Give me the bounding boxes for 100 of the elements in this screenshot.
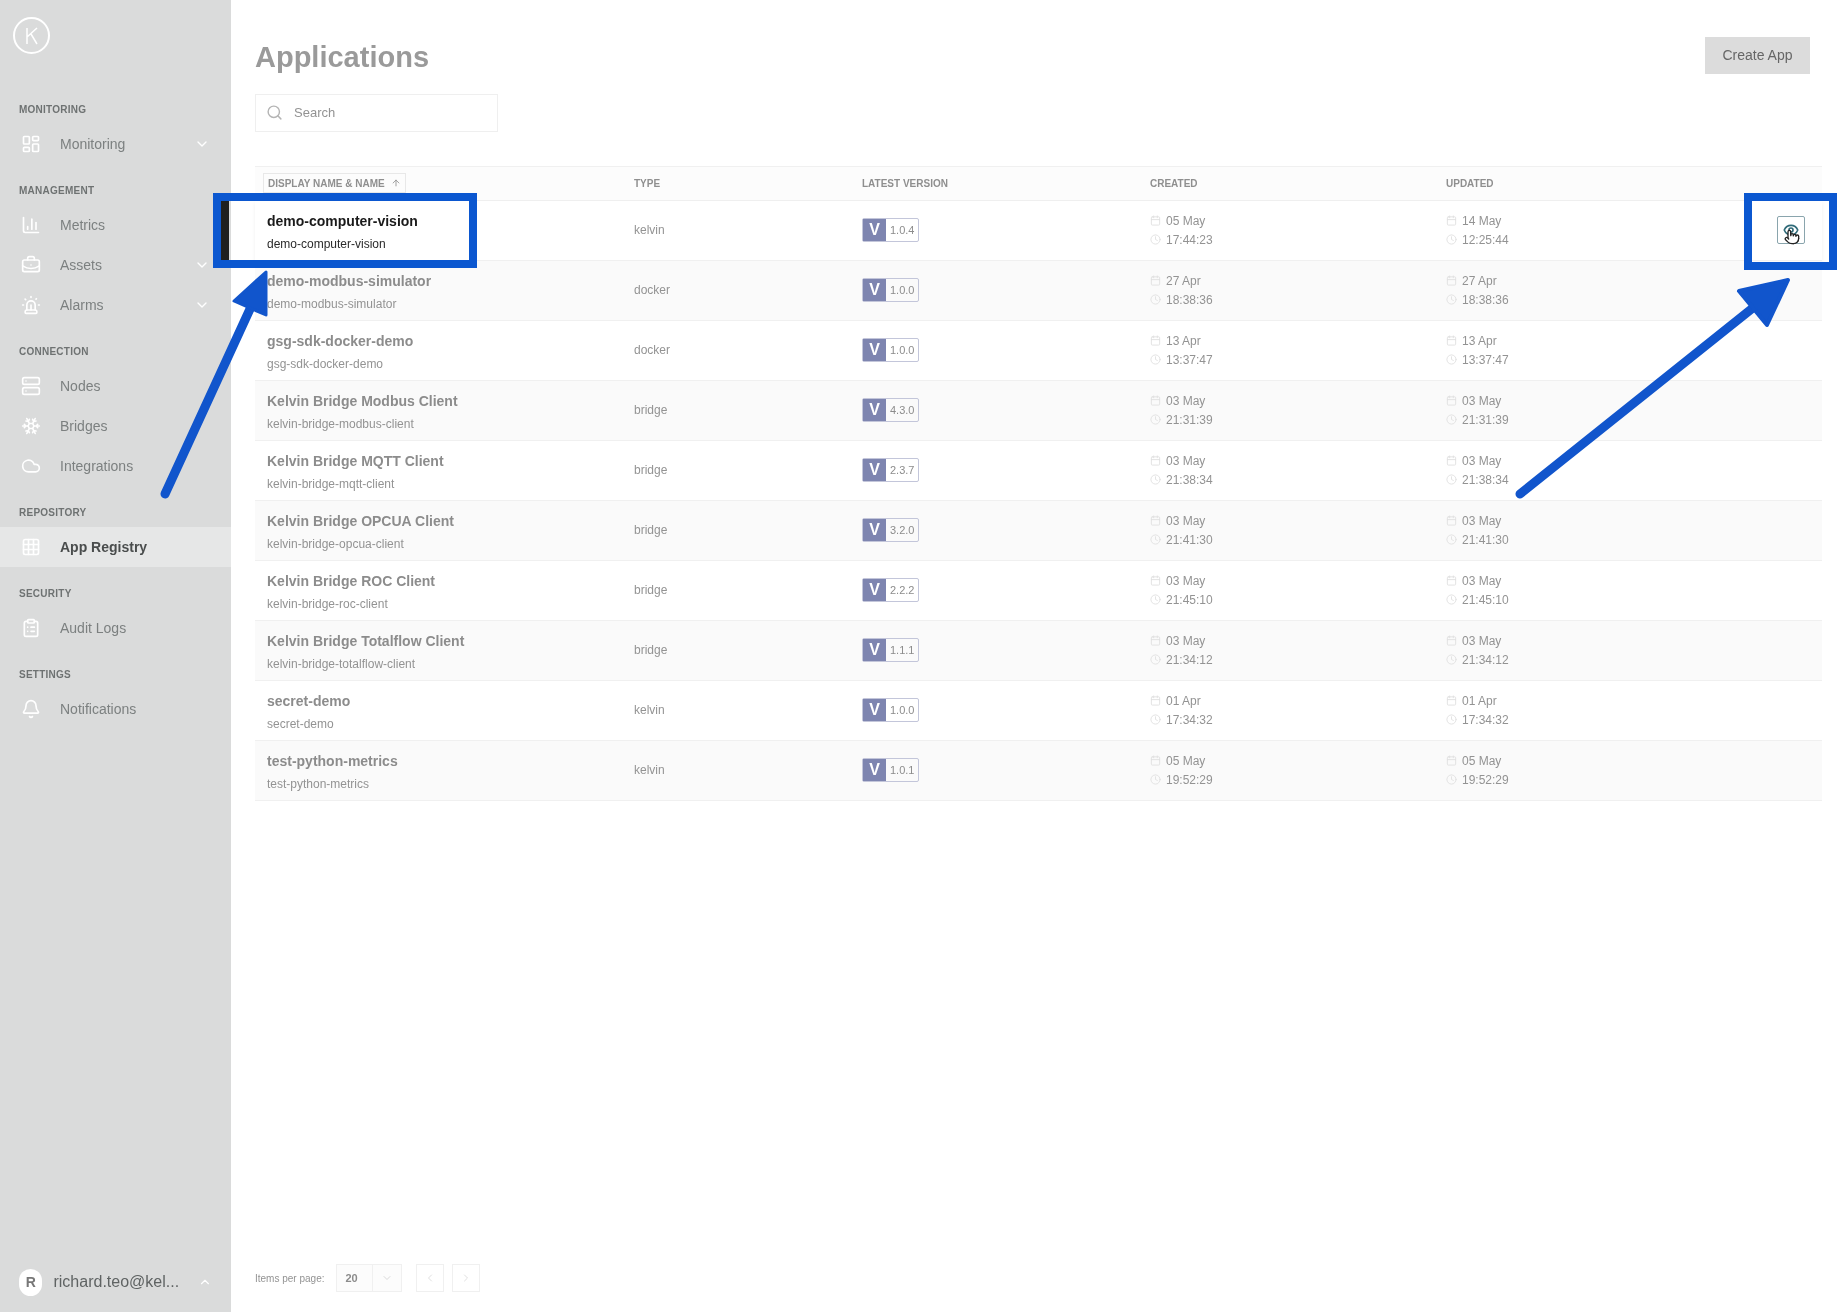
clock-icon (1150, 714, 1161, 725)
clock-icon (1446, 594, 1457, 605)
nav-item[interactable]: Metrics (0, 205, 231, 245)
display-name: gsg-sdk-docker-demo (267, 332, 414, 351)
time-text: 18:38:36 (1462, 291, 1509, 309)
date-text: 05 May (1462, 752, 1502, 770)
date-text: 03 May (1462, 452, 1502, 470)
time-text: 21:41:30 (1166, 531, 1213, 549)
table-row[interactable]: test-python-metrics test-python-metrics kelvin V 1.0.1 05 May 19:52:29 05 May 19:52:29 (255, 740, 1822, 801)
nav-item[interactable]: Notifications (0, 689, 231, 729)
time-text: 19:52:29 (1462, 771, 1509, 789)
calendar-icon (1446, 455, 1457, 466)
nav-item[interactable]: Audit Logs (0, 608, 231, 648)
type-text: bridge (634, 522, 668, 539)
time-text: 21:31:39 (1166, 411, 1213, 429)
clock-icon (1150, 354, 1161, 365)
alarm-icon (21, 295, 41, 315)
display-name: Kelvin Bridge Modbus Client (267, 392, 458, 411)
display-name: Kelvin Bridge OPCUA Client (267, 512, 454, 531)
calendar-icon (1150, 455, 1161, 466)
time-text: 21:45:10 (1166, 591, 1213, 609)
date-text: 03 May (1166, 632, 1206, 650)
nav-item[interactable]: Alarms (0, 285, 231, 325)
page-title: Applications (255, 40, 429, 75)
user-menu[interactable]: R richard.teo@kel... (0, 1252, 231, 1312)
briefcase-icon (21, 255, 41, 275)
clock-icon (1150, 594, 1161, 605)
table-row[interactable]: Kelvin Bridge Modbus Client kelvin-bridge-modbus-client bridge V 4.3.0 03 May 21:31:39 03 May 21:31:39 (255, 380, 1822, 441)
type-text: bridge (634, 402, 668, 419)
time-text: 21:45:10 (1462, 591, 1509, 609)
nav-item[interactable]: Assets (0, 245, 231, 285)
app-name: gsg-sdk-docker-demo (267, 356, 384, 373)
date-text: 01 Apr (1462, 692, 1497, 710)
type-text: docker (634, 282, 671, 299)
type-text: docker (634, 342, 671, 359)
calendar-icon (1446, 635, 1457, 646)
version-badge: V 1.1.1 (862, 638, 920, 662)
calendar-icon (1150, 395, 1161, 406)
sort-arrow-icon (390, 178, 401, 188)
type-text: kelvin (634, 702, 665, 719)
view-button[interactable] (1777, 216, 1805, 244)
nav-item[interactable]: Monitoring (0, 124, 231, 164)
display-name: demo-computer-vision (267, 212, 418, 231)
app-name: kelvin-bridge-totalflow-client (267, 656, 416, 673)
table-row[interactable]: Kelvin Bridge Totalflow Client kelvin-bridge-totalflow-client bridge V 1.1.1 03 May 21:34:12 03 May 21:34:12 (255, 620, 1822, 681)
calendar-icon (1446, 695, 1457, 706)
date-text: 03 May (1462, 572, 1502, 590)
time-text: 21:38:34 (1166, 471, 1213, 489)
search-icon (266, 103, 283, 121)
sort-header-button[interactable]: DISPLAY NAME & NAME (263, 173, 406, 193)
time-text: 18:38:36 (1166, 291, 1213, 309)
calendar-icon (1446, 755, 1457, 766)
time-text: 17:44:23 (1166, 231, 1213, 249)
date-text: 03 May (1462, 392, 1502, 410)
date-text: 03 May (1166, 572, 1206, 590)
column-header: TYPE (634, 176, 661, 191)
section-label: MANAGEMENT (18, 184, 96, 198)
snowflake-icon (21, 416, 41, 436)
table-row[interactable]: Kelvin Bridge OPCUA Client kelvin-bridge-opcua-client bridge V 3.2.0 03 May 21:41:30 03 May 21:41:30 (255, 500, 1822, 561)
nav-item[interactable]: App Registry (0, 527, 231, 567)
version-badge: V 1.0.0 (862, 278, 920, 302)
display-name: test-python-metrics (267, 752, 398, 771)
calendar-icon (1150, 275, 1161, 286)
section-label: SECURITY (18, 587, 73, 601)
search-field[interactable]: Search (255, 93, 498, 132)
nav-item[interactable]: Integrations (0, 446, 231, 486)
type-text: kelvin (634, 762, 665, 779)
date-text: 14 May (1462, 212, 1502, 230)
date-text: 03 May (1462, 512, 1502, 530)
time-text: 21:38:34 (1462, 471, 1509, 489)
nav-item[interactable]: Bridges (0, 406, 231, 446)
date-text: 13 Apr (1166, 332, 1201, 350)
time-text: 13:37:47 (1462, 351, 1509, 369)
date-text: 03 May (1166, 512, 1206, 530)
display-name: Kelvin Bridge ROC Client (267, 572, 436, 591)
logo[interactable] (13, 17, 50, 54)
calendar-icon (1150, 515, 1161, 526)
version-badge: V 3.2.0 (862, 518, 920, 542)
date-text: 03 May (1462, 632, 1502, 650)
date-text: 05 May (1166, 752, 1206, 770)
calendar-icon (1446, 395, 1457, 406)
section-label: REPOSITORY (18, 506, 88, 520)
app-name: kelvin-bridge-roc-client (267, 596, 388, 613)
hand-cursor-icon (1784, 229, 1800, 245)
clock-icon (1446, 354, 1457, 365)
calendar-icon (1150, 755, 1161, 766)
page-size-select[interactable]: 20 (336, 1264, 403, 1292)
app-name: kelvin-bridge-modbus-client (267, 416, 414, 433)
server-icon (21, 376, 41, 396)
date-text: 13 Apr (1462, 332, 1497, 350)
calendar-icon (1150, 335, 1161, 346)
clock-icon (1150, 474, 1161, 485)
date-text: 03 May (1166, 392, 1206, 410)
time-text: 21:34:12 (1166, 651, 1213, 669)
calendar-icon (1150, 695, 1161, 706)
create-app-button[interactable]: Create App (1705, 37, 1810, 74)
table-row[interactable]: demo-computer-vision demo-computer-vision kelvin V 1.0.4 05 May 17:44:23 14 May 12:25:44 (255, 200, 1822, 261)
calendar-icon (1150, 635, 1161, 646)
nav-item[interactable]: Nodes (0, 366, 231, 406)
items-per-page-label: Items per page: (255, 1271, 325, 1286)
